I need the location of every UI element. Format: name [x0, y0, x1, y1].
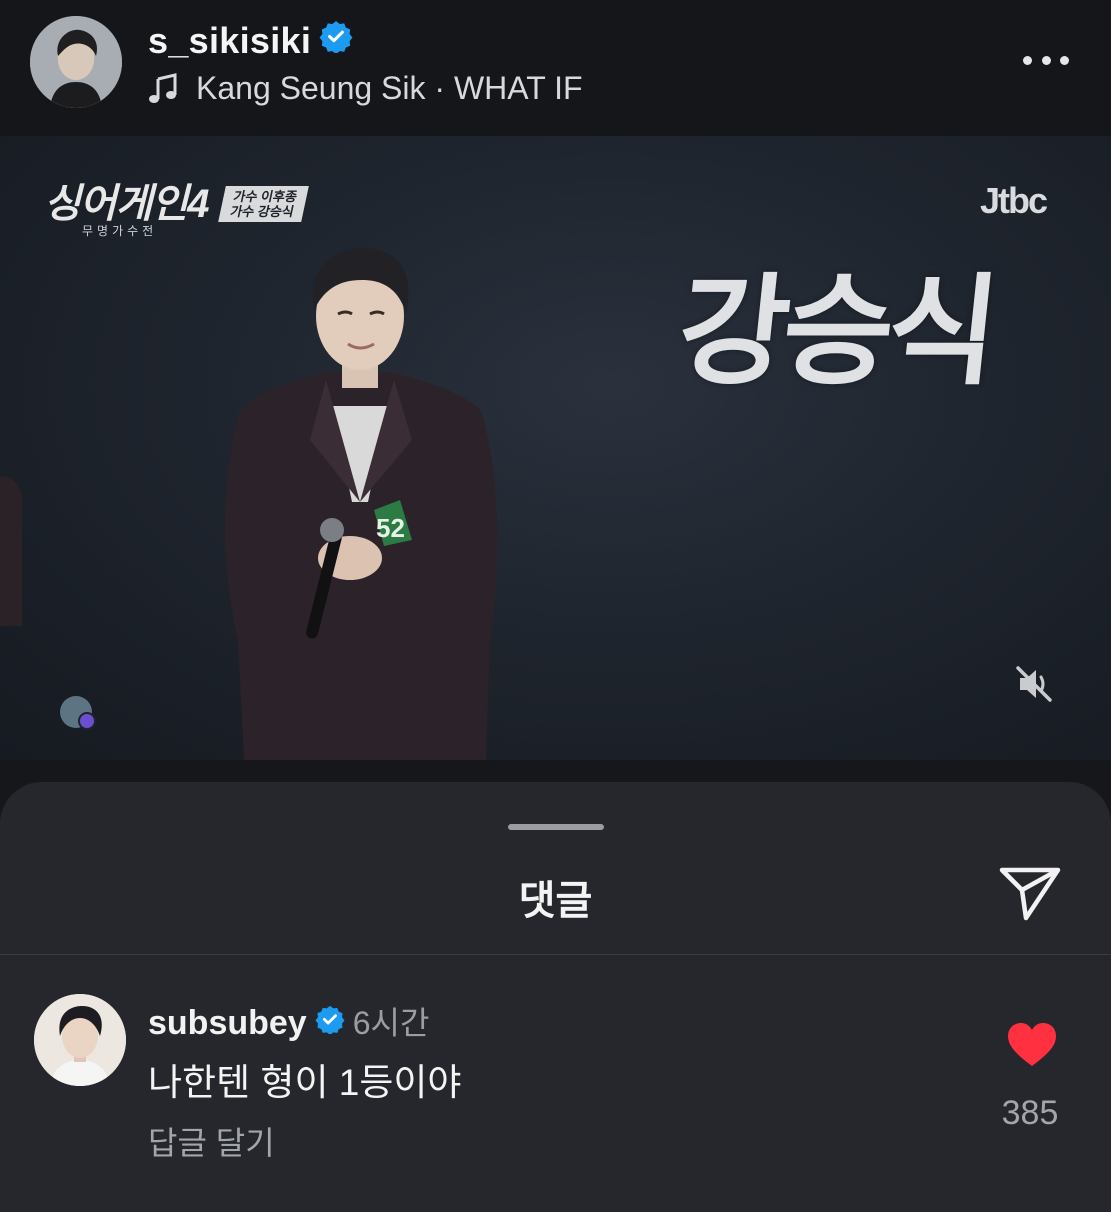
like-count: 385 [1001, 1094, 1059, 1132]
post-author-username[interactable]: s_sikisiki [148, 20, 353, 62]
music-note-icon [148, 72, 178, 105]
music-attribution[interactable]: Kang Seung Sik · WHAT IF [148, 70, 583, 107]
audio-source-icon[interactable] [60, 696, 96, 730]
show-tag: 가수 이후종 가수 강승식 [218, 186, 310, 222]
name-caption: 강승식 [671, 265, 1000, 399]
comment-author-username[interactable]: subsubey 6시간 [148, 998, 429, 1044]
side-person [0, 476, 22, 626]
comment-item: subsubey 6시간 나한텐 형이 1등이야 답글 달기 385 [0, 954, 1111, 1212]
show-logo-subtitle: 무명가수전 [82, 224, 158, 238]
heart-filled-icon[interactable] [1006, 1022, 1058, 1073]
comment-username-text[interactable]: subsubey [148, 1004, 307, 1042]
comments-sheet: 댓글 subsubey 6시간 나한텐 형이 1등이야 답글 달기 385 [0, 782, 1111, 1212]
show-logo-title: 싱어게인4 [44, 182, 209, 226]
show-tag-line2: 가수 강승식 [229, 204, 296, 219]
speaker-muted-icon[interactable] [1014, 664, 1054, 709]
video-player[interactable]: 싱어게인4 무명가수전 가수 이후종 가수 강승식 Jtbc 강승식 52 [0, 136, 1111, 760]
contestant-number: 52 [376, 513, 405, 543]
show-tag-line1: 가수 이후종 [232, 189, 300, 204]
post-username-text[interactable]: s_sikisiki [148, 20, 311, 61]
verified-badge-icon [319, 19, 353, 62]
comment-timestamp: 6시간 [352, 1005, 430, 1041]
sheet-drag-handle[interactable] [508, 824, 604, 830]
post-header: s_sikisiki Kang Seung Sik · WHAT IF [0, 0, 1111, 136]
singer-figure: 52 [224, 248, 498, 760]
sheet-title: 댓글 [518, 879, 593, 923]
music-title[interactable]: Kang Seung Sik · WHAT IF [196, 70, 583, 107]
more-horizontal-icon[interactable] [1023, 48, 1069, 72]
post-author-avatar[interactable] [30, 16, 122, 108]
comment-text: 나한텐 형이 1등이야 [148, 1062, 462, 1103]
comment-author-avatar[interactable] [34, 994, 126, 1086]
broadcaster-logo: Jtbc [980, 180, 1048, 221]
show-logo: 싱어게인4 무명가수전 가수 이후종 가수 강승식 [44, 182, 310, 238]
reply-button[interactable]: 답글 달기 [148, 1118, 275, 1164]
send-paper-plane-icon[interactable] [996, 862, 1064, 929]
verified-badge-icon [315, 1004, 345, 1043]
